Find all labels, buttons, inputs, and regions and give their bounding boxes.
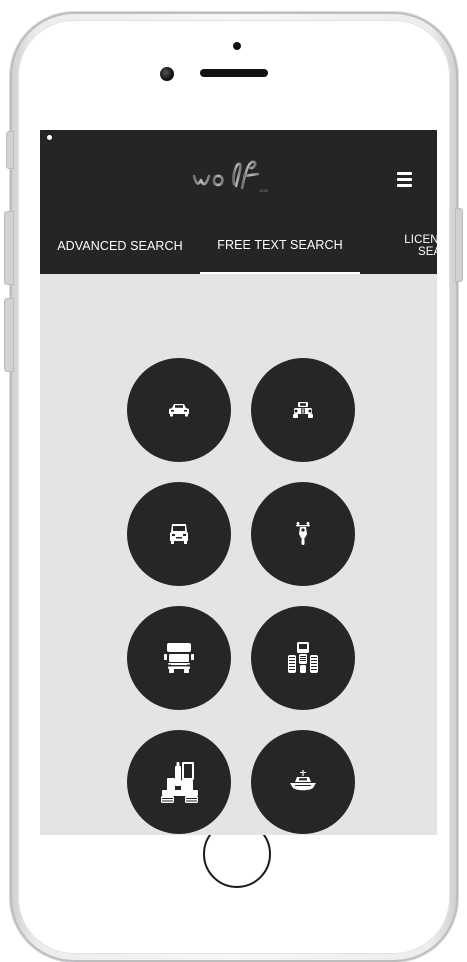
mute-switch — [6, 131, 14, 169]
tab-advanced-search[interactable]: ADVANCED SEARCH — [40, 218, 200, 274]
status-indicator — [47, 135, 52, 140]
volume-down-button — [4, 298, 14, 372]
volume-up-button — [4, 211, 14, 285]
tab-license-search-label-line2: SEARCH — [418, 246, 437, 258]
tab-free-text-search-label: FREE TEXT SEARCH — [217, 238, 343, 252]
category-construction-machine-button[interactable] — [127, 730, 231, 834]
power-button — [455, 208, 463, 282]
tab-license-search-label-line1: LICENSE — [404, 234, 437, 246]
category-truck-button[interactable] — [127, 606, 231, 710]
hamburger-menu-icon[interactable] — [396, 170, 416, 188]
category-car-button[interactable] — [127, 358, 231, 462]
category-boat-button[interactable] — [251, 730, 355, 834]
truck-icon — [164, 643, 194, 673]
wolf-logo: 1939 — [192, 160, 269, 193]
vintage-car-icon — [293, 402, 313, 418]
app-screen: 1939 ADVANCED SEARCH FREE TEXT SEARCH LI… — [40, 130, 437, 835]
motorcycle-icon — [296, 522, 310, 545]
tab-advanced-search-label: ADVANCED SEARCH — [57, 239, 183, 253]
boat-icon — [290, 770, 316, 791]
earpiece-speaker — [200, 69, 268, 77]
proximity-sensor — [233, 42, 241, 50]
tab-license-search[interactable]: LICENSE SEARCH — [360, 218, 437, 274]
tractor-icon — [288, 642, 318, 673]
vehicle-category-grid — [40, 274, 437, 835]
category-van-button[interactable] — [127, 482, 231, 586]
category-tractor-button[interactable] — [251, 606, 355, 710]
app-header: 1939 — [40, 130, 437, 218]
category-motorcycle-button[interactable] — [251, 482, 355, 586]
car-icon — [169, 404, 189, 417]
category-vintage-car-button[interactable] — [251, 358, 355, 462]
van-icon — [170, 524, 188, 544]
construction-machine-icon — [161, 762, 198, 803]
front-camera — [160, 67, 174, 81]
search-tabs: ADVANCED SEARCH FREE TEXT SEARCH LICEN SE… — [40, 218, 437, 274]
tab-free-text-search[interactable]: FREE TEXT SEARCH — [200, 218, 360, 274]
svg-text:1939: 1939 — [259, 188, 269, 193]
